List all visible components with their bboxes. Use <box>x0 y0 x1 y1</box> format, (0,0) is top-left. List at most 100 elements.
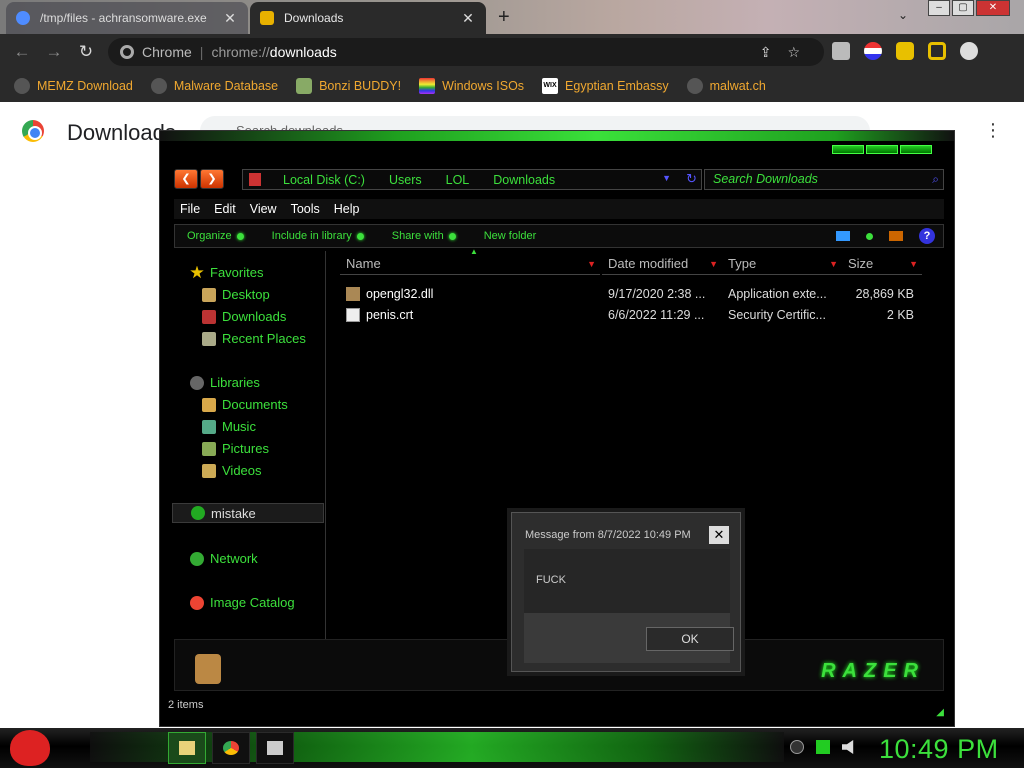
chrome-site-icon <box>120 45 134 59</box>
back-icon[interactable]: ← <box>6 42 38 62</box>
column-type[interactable]: Type ▼ <box>722 253 842 275</box>
file-date: 9/17/2020 2:38 ... <box>608 287 706 301</box>
close-window-button[interactable] <box>900 145 932 154</box>
nav-videos[interactable]: Videos <box>202 463 262 478</box>
nav-favorites[interactable]: Favorites <box>190 265 263 280</box>
minimize-button[interactable] <box>832 145 864 154</box>
start-button-angry-bird-icon[interactable] <box>10 730 50 766</box>
menu-edit[interactable]: Edit <box>208 202 242 216</box>
nav-libraries[interactable]: Libraries <box>190 375 260 390</box>
file-row[interactable]: opengl32.dll 9/17/2020 2:38 ... Applicat… <box>346 287 946 307</box>
close-tab-icon[interactable]: ✕ <box>222 10 238 27</box>
bookmark-windows-isos[interactable]: Windows ISOs <box>419 78 524 94</box>
extensions-puzzle-icon[interactable] <box>896 42 914 60</box>
taskbar-window[interactable] <box>256 732 294 764</box>
column-size[interactable]: Size ▼ <box>842 253 922 275</box>
nav-image-catalog[interactable]: Image Catalog <box>190 595 295 610</box>
breadcrumb[interactable]: Local Disk (C:) Users LOL Downloads ▼ ↻ <box>242 169 702 190</box>
close-window-button[interactable]: ✕ <box>976 0 1010 16</box>
more-menu-icon[interactable]: ⋮ <box>984 120 1002 141</box>
share-with-button[interactable]: Share with <box>392 230 456 242</box>
bookmark-malware-db[interactable]: Malware Database <box>150 78 278 94</box>
address-bar[interactable]: Chrome | chrome://downloads ⇪ ☆ <box>108 38 824 66</box>
nav-user-mistake[interactable]: mistake <box>172 503 324 523</box>
folder-icon <box>249 173 261 186</box>
nav-music[interactable]: Music <box>202 419 256 434</box>
forward-icon[interactable]: → <box>38 42 70 62</box>
bookmark-label: Windows ISOs <box>442 79 525 93</box>
documents-icon <box>202 397 216 412</box>
bookmark-malwatch[interactable]: malwat.ch <box>686 78 766 94</box>
taskbar-explorer[interactable] <box>168 732 206 764</box>
maximize-button[interactable] <box>866 145 898 154</box>
bookmarks-bar: MEMZ Download Malware Database Bonzi BUD… <box>0 70 1024 102</box>
resize-grip-icon[interactable]: ◢ <box>936 707 944 718</box>
new-tab-button[interactable]: + <box>498 6 510 29</box>
menu-help[interactable]: Help <box>328 202 366 216</box>
network-icon[interactable] <box>816 740 830 754</box>
bookmark-bonzi[interactable]: Bonzi BUDDY! <box>296 78 401 94</box>
view-options-dot-icon[interactable] <box>866 232 873 240</box>
nav-desktop[interactable]: Desktop <box>202 287 270 302</box>
file-row[interactable]: penis.crt 6/6/2022 11:29 ... Security Ce… <box>346 308 946 328</box>
chevron-down-icon[interactable]: ▼ <box>662 173 671 183</box>
bookmark-egyptian-embassy[interactable]: WIX Egyptian Embassy <box>542 78 669 94</box>
file-type: Security Certific... <box>728 308 826 322</box>
back-button[interactable]: ❮ <box>174 169 198 189</box>
bookmark-star-icon[interactable]: ☆ <box>787 44 800 61</box>
help-icon[interactable]: ? <box>919 228 935 244</box>
breadcrumb-local-disk[interactable]: Local Disk (C:) <box>271 173 377 187</box>
tab-downloads[interactable]: Downloads ✕ <box>250 2 486 34</box>
forward-button[interactable]: ❯ <box>200 169 224 189</box>
nav-recent-places[interactable]: Recent Places <box>202 331 306 346</box>
chevron-down-icon[interactable]: ▼ <box>587 253 596 275</box>
new-folder-button[interactable]: New folder <box>484 230 537 242</box>
nav-documents[interactable]: Documents <box>202 397 288 412</box>
nav-label: Network <box>210 551 258 566</box>
column-date[interactable]: Date modified ▼ <box>602 253 722 275</box>
menu-tools[interactable]: Tools <box>285 202 326 216</box>
include-in-library-button[interactable]: Include in library <box>272 230 364 242</box>
nav-pictures[interactable]: Pictures <box>202 441 269 456</box>
search-icon[interactable]: ⌕ <box>932 170 939 189</box>
chevron-down-icon[interactable]: ▼ <box>829 253 838 275</box>
nav-downloads[interactable]: Downloads <box>202 309 286 324</box>
ok-button[interactable]: OK <box>646 627 734 651</box>
chevron-down-icon[interactable]: ▼ <box>709 253 718 275</box>
show-hidden-icons-icon[interactable] <box>790 740 804 754</box>
maximize-button[interactable]: ▢ <box>952 0 974 16</box>
column-name[interactable]: Name ▼ <box>340 253 600 275</box>
bookmark-label: Bonzi BUDDY! <box>319 79 402 93</box>
file-size: 2 KB <box>886 308 914 322</box>
bookmark-memz[interactable]: MEMZ Download <box>14 78 133 94</box>
organize-button[interactable]: Organize <box>187 230 244 242</box>
ublock-icon[interactable] <box>832 42 850 60</box>
search-input[interactable]: Search Downloads ⌕ <box>704 169 944 190</box>
breadcrumb-lol[interactable]: LOL <box>434 173 482 187</box>
change-view-icon[interactable] <box>836 231 850 241</box>
preview-pane-icon[interactable] <box>889 231 903 241</box>
profile-avatar-icon[interactable] <box>960 42 978 60</box>
menu-file[interactable]: File <box>174 202 206 216</box>
close-icon[interactable]: ✕ <box>709 526 729 544</box>
volume-icon[interactable] <box>842 740 854 754</box>
file-date: 6/6/2022 11:29 ... <box>608 308 705 322</box>
refresh-icon[interactable]: ↻ <box>686 171 697 187</box>
minimize-button[interactable]: – <box>928 0 950 16</box>
downloads-favicon-icon <box>260 11 274 25</box>
chevron-down-icon[interactable]: ▼ <box>909 253 918 275</box>
flag-extension-icon[interactable] <box>864 42 882 60</box>
tab-search-icon[interactable]: ⌄ <box>898 8 908 22</box>
share-icon[interactable]: ⇪ <box>760 44 772 61</box>
taskbar-clock[interactable]: 10:49 PM <box>879 734 999 765</box>
close-tab-icon[interactable]: ✕ <box>460 10 476 27</box>
nav-network[interactable]: Network <box>190 551 258 566</box>
reload-icon[interactable]: ↻ <box>70 42 102 62</box>
breadcrumb-users[interactable]: Users <box>377 173 434 187</box>
tab-tmp-files[interactable]: /tmp/files - achransomware.exe ✕ <box>6 2 248 34</box>
menu-view[interactable]: View <box>244 202 283 216</box>
system-tray <box>790 740 856 754</box>
breadcrumb-downloads[interactable]: Downloads <box>481 173 567 187</box>
taskbar-chrome[interactable] <box>212 732 250 764</box>
side-panel-icon[interactable] <box>928 42 946 60</box>
